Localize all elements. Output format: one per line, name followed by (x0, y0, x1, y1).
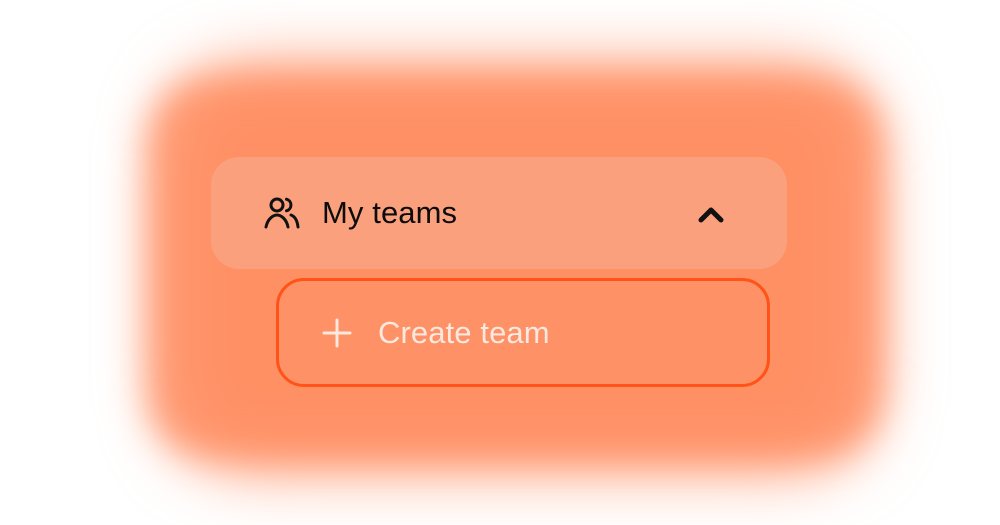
my-teams-label: My teams (322, 195, 458, 230)
create-team-button[interactable]: Create team (276, 278, 770, 387)
plus-icon (321, 317, 353, 349)
chevron-up-icon[interactable] (693, 195, 729, 231)
create-team-label: Create team (378, 314, 550, 350)
teams-menu-stage: My teams Create team (0, 0, 1000, 525)
my-teams-toggle[interactable]: My teams (211, 157, 787, 269)
users-icon (262, 193, 302, 233)
